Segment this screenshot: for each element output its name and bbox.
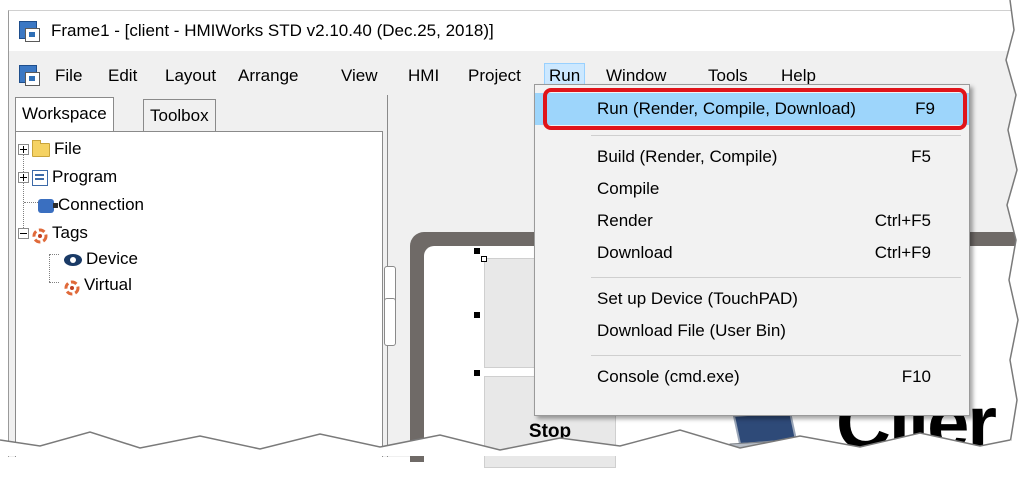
menu-separator: [591, 135, 961, 136]
selection-handle[interactable]: [474, 248, 480, 254]
menu-item-build[interactable]: Build (Render, Compile) F5: [535, 141, 969, 173]
program-icon: [32, 169, 48, 186]
menu-project[interactable]: Project: [464, 64, 525, 88]
menu-separator: [591, 355, 961, 356]
mdi-system-menu-icon[interactable]: [19, 65, 40, 86]
panel-splitter-handle[interactable]: [384, 298, 396, 346]
tree-item-tags[interactable]: Tags: [18, 220, 88, 246]
workspace-panel: Workspace Toolbox File Program Connectio…: [11, 95, 383, 457]
window-title: Frame1 - [client - HMIWorks STD v2.10.40…: [51, 21, 494, 40]
callout-highlight-box: [543, 88, 967, 130]
menu-item-console[interactable]: Console (cmd.exe) F10: [535, 361, 969, 393]
tab-workspace[interactable]: Workspace: [15, 97, 114, 132]
menu-item-download[interactable]: Download Ctrl+F9: [535, 237, 969, 269]
folder-icon: [32, 139, 50, 157]
menu-item-setup-device[interactable]: Set up Device (TouchPAD): [535, 283, 969, 315]
project-tree: File Program Connection Tags Device Virt…: [15, 131, 383, 457]
menu-item-download-file[interactable]: Download File (User Bin): [535, 315, 969, 347]
menu-edit[interactable]: Edit: [104, 64, 141, 88]
expand-icon[interactable]: [18, 144, 29, 156]
tree-item-connection[interactable]: Connection: [38, 192, 144, 218]
tags-icon: [32, 226, 48, 244]
tree-item-file[interactable]: File: [18, 136, 81, 162]
menu-hmi[interactable]: HMI: [404, 64, 443, 88]
device-icon: [64, 253, 82, 266]
collapse-icon[interactable]: [18, 228, 29, 240]
menu-separator: [591, 277, 961, 278]
connection-icon: [38, 198, 58, 213]
menu-file[interactable]: File: [51, 64, 86, 88]
selection-handle[interactable]: [481, 256, 487, 262]
virtual-tag-icon: [64, 278, 80, 296]
menu-view[interactable]: View: [337, 64, 382, 88]
selection-handle[interactable]: [474, 312, 480, 318]
selection-handle[interactable]: [474, 370, 480, 376]
menu-item-render[interactable]: Render Ctrl+F5: [535, 205, 969, 237]
laptop-icon: [720, 410, 810, 453]
tree-item-device[interactable]: Device: [64, 246, 138, 272]
expand-icon[interactable]: [18, 172, 29, 184]
tree-item-virtual[interactable]: Virtual: [64, 272, 132, 298]
menu-arrange[interactable]: Arrange: [234, 64, 302, 88]
run-menu-dropdown: Run (Render, Compile, Download) F9 Build …: [534, 84, 970, 416]
tree-item-program[interactable]: Program: [18, 164, 117, 190]
menu-layout[interactable]: Layout: [161, 64, 220, 88]
app-icon: [19, 21, 40, 42]
tab-toolbox[interactable]: Toolbox: [143, 99, 216, 132]
title-bar: Frame1 - [client - HMIWorks STD v2.10.40…: [9, 11, 1019, 51]
menu-item-compile[interactable]: Compile: [535, 173, 969, 205]
